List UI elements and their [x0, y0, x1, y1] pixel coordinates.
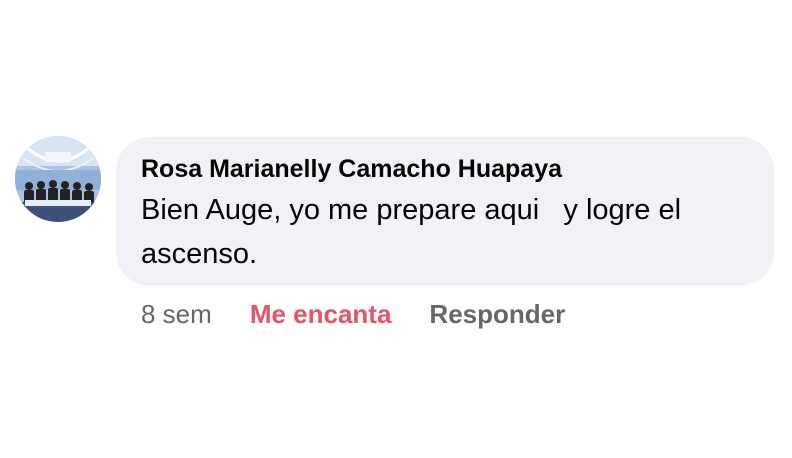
reaction-button[interactable]: Me encanta — [250, 299, 392, 330]
group-photo-avatar — [15, 136, 101, 222]
author-name[interactable]: Rosa Marianelly Camacho Huapaya — [141, 154, 750, 184]
avatar[interactable] — [15, 136, 101, 222]
reply-button[interactable]: Responder — [429, 299, 565, 330]
comment-bubble: Rosa Marianelly Camacho Huapaya Bien Aug… — [116, 137, 774, 286]
comment-actions: 8 sem Me encanta Responder — [141, 296, 565, 332]
comment-text: Bien Auge, yo me prepare aqui y logre el… — [141, 194, 690, 270]
timestamp[interactable]: 8 sem — [141, 299, 212, 330]
comment-item: Rosa Marianelly Camacho Huapaya Bien Aug… — [0, 0, 792, 458]
